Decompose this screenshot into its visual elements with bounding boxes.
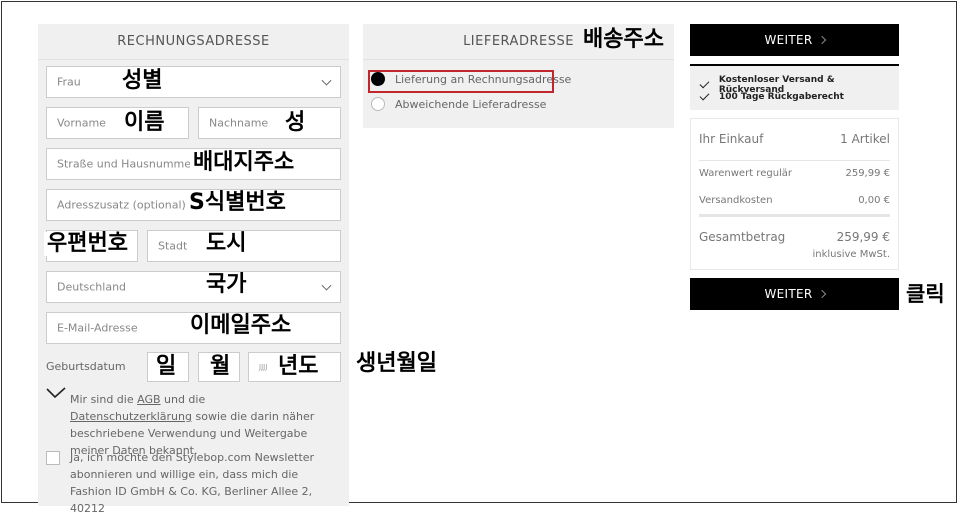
salutation-value: Frau	[57, 75, 81, 89]
shipping-different-label: Abweichende Lieferadresse	[395, 97, 547, 111]
first-name-input[interactable]: Vorname	[46, 107, 189, 139]
check-icon	[699, 78, 710, 89]
newsletter-consent-text: Ja, ich möchte den Stylebop.com Newslett…	[70, 451, 315, 515]
vat-row: inklusive MwSt.	[699, 249, 890, 260]
annotation-click: 클릭	[906, 282, 945, 306]
annotation-first-name: 이름	[121, 111, 168, 135]
perk-item: 100 Tage Rückgaberecht	[699, 90, 844, 102]
consent-text-part: und die	[160, 393, 206, 406]
street-placeholder: Straße und Hausnummer	[57, 157, 196, 171]
shipping-cost-row: Versandkosten 0,00 €	[699, 195, 890, 206]
chevron-down-icon	[321, 280, 332, 291]
last-name-input[interactable]: Nachname	[198, 107, 341, 139]
billing-title-divider	[38, 59, 349, 60]
continue-label: WEITER	[764, 287, 813, 301]
billing-address-panel: RECHNUNGSADRESSE Frau Vorname Nachname S…	[38, 24, 349, 515]
order-summary: Ihr Einkauf 1 Artikel Warenwert regulär …	[690, 118, 899, 270]
address-extra-placeholder: Adresszusatz (optional)	[57, 198, 186, 212]
birthdate-label: Geburtsdatum	[46, 360, 126, 373]
shipping-different-option[interactable]: Abweichende Lieferadresse	[371, 97, 546, 111]
regular-price-row: Warenwert regulär 259,99 €	[699, 168, 890, 179]
annotation-zip: 우편번호	[44, 232, 131, 256]
perk-label: 100 Tage Rückgaberecht	[719, 92, 844, 102]
regular-label: Warenwert regulär	[699, 168, 793, 179]
purchase-label: Ihr Einkauf	[699, 132, 764, 146]
privacy-link[interactable]: Datenschutzerklärung	[70, 410, 192, 423]
annotation-salutation: 성별	[122, 68, 163, 93]
continue-button-top[interactable]: WEITER	[690, 24, 899, 56]
annotation-year: 년도	[275, 355, 322, 379]
annotation-country: 국가	[203, 273, 250, 297]
newsletter-checkbox[interactable]	[46, 451, 60, 465]
shipping-title-divider	[363, 59, 674, 60]
city-placeholder: Stadt	[158, 239, 188, 253]
summary-divider	[699, 214, 890, 217]
continue-button-bottom[interactable]: WEITER	[690, 278, 899, 310]
summary-divider	[699, 160, 890, 161]
shipping-cost-value: 0,00 €	[858, 195, 890, 206]
annotation-city: 도시	[203, 232, 250, 256]
regular-value: 259,99 €	[845, 168, 890, 179]
annotation-street: 배대지주소	[190, 151, 298, 175]
annotation-shipping-address: 배송주소	[583, 27, 664, 52]
email-placeholder: E-Mail-Adresse	[57, 321, 138, 335]
total-value: 259,99 €	[836, 230, 890, 244]
chevron-right-icon	[817, 289, 826, 299]
first-name-placeholder: Vorname	[57, 116, 106, 130]
annotation-last-name: 성	[282, 111, 309, 135]
annotation-day: 일	[153, 355, 180, 379]
highlight-box	[368, 70, 554, 93]
shipping-cost-label: Versandkosten	[699, 195, 773, 206]
radio-unselected-icon[interactable]	[371, 97, 385, 111]
annotation-address-extra: S식별번호	[186, 191, 289, 215]
purchase-row: Ihr Einkauf 1 Artikel	[699, 132, 890, 146]
last-name-placeholder: Nachname	[209, 116, 269, 130]
vat-note: inklusive MwSt.	[812, 249, 890, 260]
consent-text-part: Mir sind die	[70, 393, 138, 406]
purchase-count: 1 Artikel	[840, 132, 890, 146]
perks-box: Kostenloser Versand & Rückversand 100 Ta…	[690, 64, 899, 110]
continue-label: WEITER	[764, 33, 813, 47]
total-row: Gesamtbetrag 259,99 €	[699, 230, 890, 244]
chevron-right-icon	[817, 35, 826, 45]
country-select[interactable]: Deutschland	[46, 271, 341, 303]
check-icon[interactable]	[46, 387, 66, 399]
year-placeholder: JJJJ	[259, 363, 268, 371]
salutation-select[interactable]: Frau	[46, 66, 341, 98]
annotation-email: 이메일주소	[187, 314, 295, 338]
chevron-down-icon	[321, 75, 332, 86]
annotation-month: 월	[207, 355, 234, 379]
annotation-birthdate: 생년월일	[356, 351, 437, 376]
country-value: Deutschland	[57, 280, 127, 294]
billing-title: RECHNUNGSADRESSE	[117, 34, 270, 49]
total-label: Gesamtbetrag	[699, 230, 786, 244]
agb-link[interactable]: AGB	[137, 393, 160, 406]
check-icon	[699, 90, 710, 101]
